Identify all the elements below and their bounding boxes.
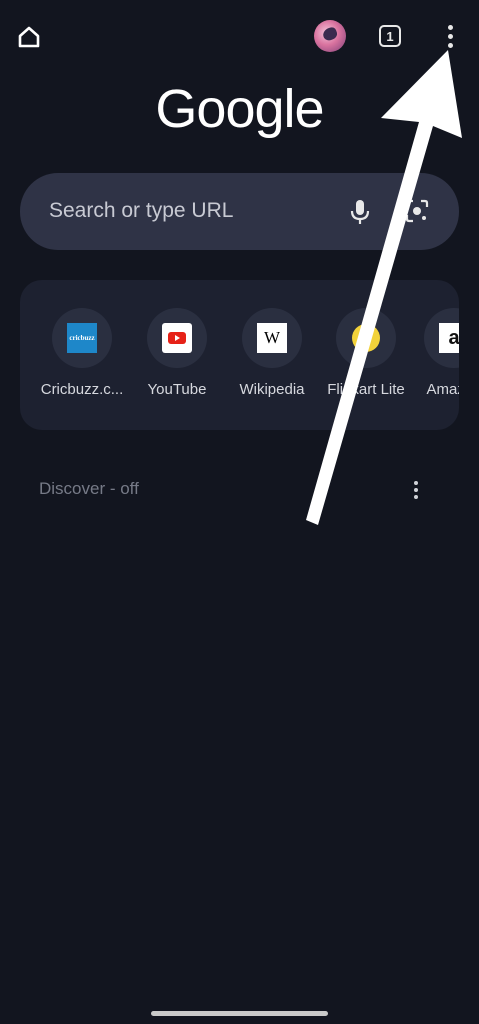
shortcut-cricbuzz[interactable]: cricbuzz Cricbuzz.c... bbox=[34, 308, 130, 398]
home-button[interactable] bbox=[14, 22, 44, 52]
shortcut-label: Cricbuzz.c... bbox=[40, 381, 124, 398]
search-box[interactable]: Search or type URL bbox=[20, 173, 459, 250]
flipkart-icon bbox=[352, 324, 380, 352]
google-logo: Google bbox=[155, 79, 324, 139]
lens-icon[interactable] bbox=[404, 198, 430, 224]
gesture-nav-handle[interactable] bbox=[151, 1011, 328, 1016]
profile-avatar[interactable] bbox=[314, 20, 346, 52]
home-icon bbox=[18, 26, 40, 48]
shortcut-label: Flipkart Lite bbox=[327, 381, 405, 398]
discover-menu-icon[interactable] bbox=[406, 478, 426, 502]
shortcut-wikipedia[interactable]: W Wikipedia bbox=[224, 308, 320, 398]
shortcut-youtube[interactable]: YouTube bbox=[129, 308, 225, 398]
shortcuts-panel: cricbuzz Cricbuzz.c... YouTube W Wikiped… bbox=[20, 280, 459, 430]
shortcut-label: Amazon bbox=[426, 381, 459, 398]
shortcut-label: Wikipedia bbox=[239, 381, 305, 398]
shortcut-amazon[interactable]: a Amazon bbox=[406, 308, 459, 398]
avatar-image bbox=[321, 25, 339, 43]
discover-status: Discover - off bbox=[39, 479, 139, 498]
tab-count: 1 bbox=[386, 28, 394, 44]
youtube-icon bbox=[162, 323, 192, 353]
shortcut-label: YouTube bbox=[147, 381, 207, 398]
annotation-arrow bbox=[306, 50, 462, 525]
wikipedia-icon: W bbox=[257, 323, 287, 353]
tab-switcher-button[interactable]: 1 bbox=[379, 25, 401, 47]
cricbuzz-icon: cricbuzz bbox=[67, 323, 97, 353]
search-placeholder: Search or type URL bbox=[49, 199, 234, 222]
amazon-icon: a bbox=[439, 323, 459, 353]
mic-icon[interactable] bbox=[349, 197, 371, 227]
more-vert-icon[interactable] bbox=[440, 22, 460, 50]
shortcut-flipkart[interactable]: Flipkart Lite bbox=[318, 308, 414, 398]
chrome-new-tab-page: 1 Google Search or type URL cricbuzz Cri… bbox=[0, 0, 479, 1024]
